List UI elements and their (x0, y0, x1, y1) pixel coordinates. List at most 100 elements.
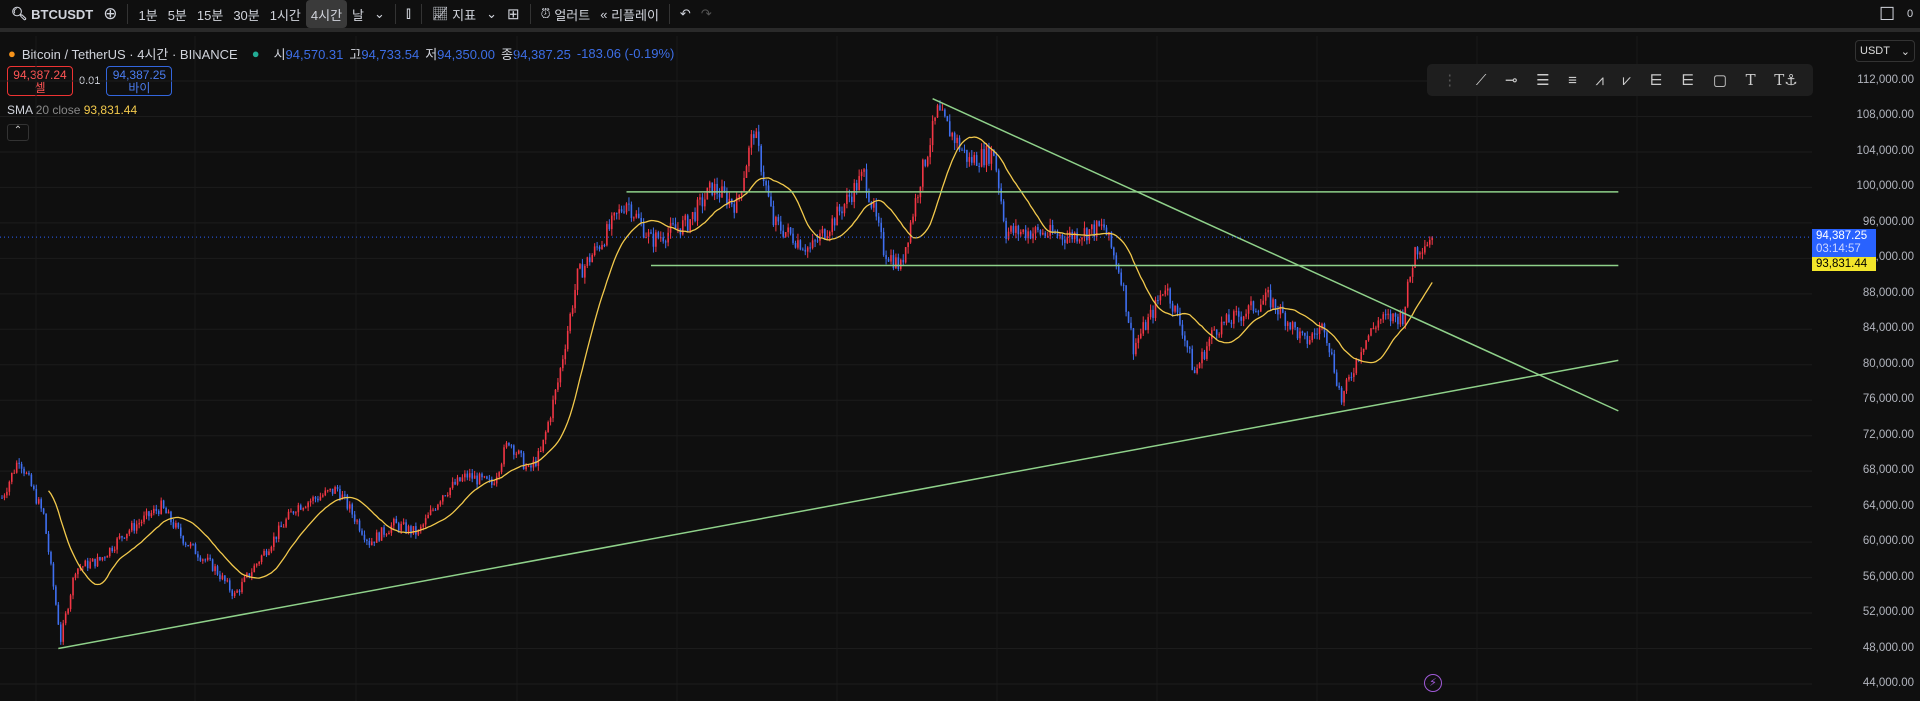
candle-body (483, 476, 486, 478)
candle-body (219, 574, 221, 580)
candle-body (811, 240, 814, 248)
candle-body (1296, 327, 1299, 339)
candle-body (772, 206, 775, 226)
indicators-button[interactable]: 📈︎ 지표 (427, 0, 481, 28)
candle-body (304, 507, 307, 509)
undo-icon[interactable]: ↶ (675, 0, 696, 28)
fullscreen-icon[interactable]: ☐ (1874, 0, 1900, 28)
candle-body (1257, 311, 1260, 313)
candle-body (140, 521, 143, 524)
candle-body (133, 523, 136, 531)
candle-body (895, 257, 897, 269)
candle-body (508, 442, 510, 446)
interval-dropdown-chevron-icon[interactable]: ⌄ (369, 0, 390, 28)
candle-body (1184, 335, 1186, 341)
interval-1h[interactable]: 1시간 (265, 0, 306, 28)
currency-select[interactable]: USDT ⌄ (1855, 40, 1915, 62)
alert-button[interactable]: ⏰︎ 얼러트 (536, 0, 596, 28)
interval-4h[interactable]: 4시간 (305, 0, 348, 28)
candle-body (1162, 294, 1164, 296)
long-position-icon[interactable]: ⋿ (1650, 71, 1663, 89)
add-symbol-button[interactable]: ⊕ (98, 0, 122, 28)
drag-handle-icon[interactable]: ⋮ (1442, 71, 1457, 89)
candle-body (1164, 290, 1167, 295)
candle-body (907, 242, 909, 248)
candle-body (1007, 231, 1010, 239)
candle-body (250, 572, 253, 577)
candle-body (8, 481, 11, 492)
candle-body (50, 551, 52, 564)
candle-body (603, 245, 606, 247)
candle-body (429, 509, 432, 515)
candle-body (233, 592, 236, 596)
candle-body (179, 527, 182, 536)
price-tick-label: 96,000.00 (1862, 215, 1914, 228)
candle-body (89, 561, 91, 569)
candle-body (1081, 237, 1083, 240)
candle-body (1382, 314, 1385, 320)
horizontal-ray-icon[interactable]: ⊸ (1505, 71, 1518, 89)
candle-body (946, 116, 949, 122)
interval-1m[interactable]: 1분 (133, 0, 162, 28)
text-icon[interactable]: T (1746, 71, 1756, 89)
parallel-channel-icon[interactable]: ☰ (1536, 71, 1549, 89)
interval-30m[interactable]: 30분 (228, 0, 264, 28)
candle-body (882, 232, 885, 256)
fib-retracement-icon[interactable]: ≡ (1568, 72, 1577, 89)
candle-body (366, 539, 368, 541)
abcd-pattern-icon[interactable]: ⩗ (1623, 72, 1631, 89)
candle-body (557, 382, 559, 390)
trend-line-icon[interactable]: ⟋ (1476, 72, 1487, 89)
symbol-search[interactable]: 🔍︎ BTCUSDT (6, 0, 98, 28)
candle-body (574, 289, 576, 309)
candle-body (576, 268, 579, 290)
candle-body (1421, 252, 1424, 254)
candle-body (130, 523, 133, 531)
candle-body (1, 497, 3, 499)
candle-body (789, 227, 792, 234)
candle-body (1152, 309, 1154, 318)
candle-body (522, 453, 525, 470)
candle-type-icon[interactable]: ⫾ (401, 0, 416, 28)
candle-body (331, 488, 334, 494)
interval-15m[interactable]: 15분 (192, 0, 228, 28)
candle-body (1379, 319, 1382, 321)
redo-icon[interactable]: ↷ (696, 0, 717, 28)
candle-body (953, 132, 956, 144)
anchored-text-icon[interactable]: T⚓︎ (1774, 71, 1797, 89)
interval-5m[interactable]: 5분 (163, 0, 192, 28)
candle-body (182, 535, 185, 544)
replay-button[interactable]: « 리플레이 (595, 0, 664, 28)
indicators-chevron-icon[interactable]: ⌄ (481, 0, 502, 28)
candle-body (1289, 322, 1291, 330)
interval-1d[interactable]: 날 (347, 0, 369, 28)
candle-body (547, 422, 549, 433)
candle-body (1235, 311, 1238, 313)
candle-body (170, 511, 172, 523)
candle-body (1348, 376, 1350, 380)
candle-body (187, 545, 189, 547)
candle-body (13, 472, 16, 474)
candle-body (510, 445, 513, 447)
candle-body (804, 249, 807, 252)
candle-body (1311, 333, 1314, 341)
candle-body (116, 538, 118, 550)
candle-body (951, 132, 954, 137)
candle-body (393, 518, 395, 526)
candle-body (806, 247, 809, 252)
candle-body (1394, 313, 1397, 317)
candle-body (672, 223, 674, 225)
elliott-wave-icon[interactable]: ⩘ (1595, 72, 1603, 89)
layout-grid-icon[interactable]: ⊞ (502, 0, 525, 28)
candle-body (287, 511, 290, 520)
candle-body (851, 196, 853, 202)
candle-body (326, 490, 329, 492)
price-tick-label: 108,000.00 (1856, 109, 1914, 122)
candle-body (826, 236, 829, 239)
rectangle-icon[interactable]: ▢ (1713, 71, 1727, 89)
candle-body (339, 488, 341, 500)
short-position-icon[interactable]: ⋿ (1681, 71, 1694, 89)
lightning-icon[interactable]: ⚡︎ (1424, 674, 1442, 692)
price-chart[interactable] (0, 36, 1920, 701)
candle-body (175, 523, 177, 528)
